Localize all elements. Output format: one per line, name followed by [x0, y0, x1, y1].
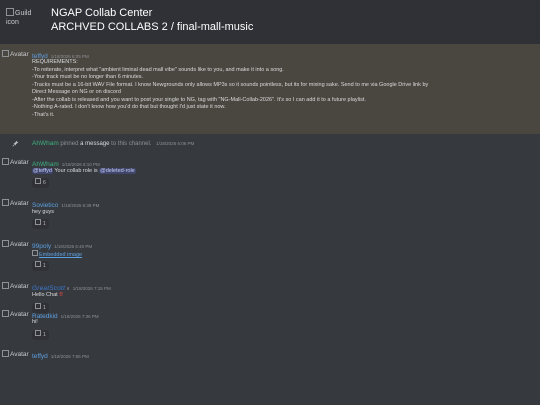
- message-content: Embedded image: [32, 250, 82, 260]
- requirement-line: -That's it.: [32, 111, 55, 118]
- emoji-icon: [35, 261, 41, 267]
- avatar[interactable]: Avatar: [2, 158, 29, 167]
- broken-image-icon: [32, 250, 38, 256]
- message-text: Hello Chat: [32, 292, 58, 298]
- message-timestamp: 1/18/2026 6:06 PM: [156, 141, 195, 146]
- avatar[interactable]: Avatar: [2, 199, 29, 208]
- channel-path: ARCHVED COLLABS 2 / final-mall-music: [51, 21, 254, 33]
- reaction-count: 1: [43, 263, 46, 269]
- broken-image-icon: [2, 158, 9, 165]
- avatar-alt: Avatar: [10, 51, 29, 58]
- message-content: REQUIREMENTS: -To reiterate, interpret w…: [32, 59, 428, 119]
- broken-image-icon: [2, 310, 9, 317]
- guild-icon[interactable]: Guild icon: [6, 8, 42, 36]
- message-timestamp: 1/18/2026 7:36 PM: [60, 314, 99, 319]
- message-timestamp: 1/18/2026 6:38 PM: [61, 203, 100, 208]
- pinned-message-link[interactable]: a message: [80, 141, 109, 147]
- emoji-icon: [35, 178, 41, 184]
- message-author[interactable]: 99poly: [32, 243, 51, 250]
- broken-image-icon: [2, 282, 9, 289]
- avatar[interactable]: Avatar: [2, 310, 29, 319]
- reaction-count: 1: [43, 221, 46, 227]
- reaction-count: 1: [43, 332, 46, 338]
- message-timestamp: 1/18/2026 6:40 PM: [54, 244, 93, 249]
- reaction-count: 6: [43, 180, 46, 186]
- system-verb: pinned: [60, 141, 79, 147]
- avatar[interactable]: Avatar: [2, 240, 29, 249]
- avatar-alt: Avatar: [10, 241, 29, 248]
- requirement-line: -Nothing A-rated. I don't know how you'd…: [32, 104, 226, 110]
- avatar-alt: Avatar: [10, 200, 29, 207]
- pin-icon: [12, 140, 19, 147]
- broken-image-icon: [6, 8, 14, 16]
- chevron-down-icon: ∨: [66, 286, 70, 292]
- requirement-line: -Your track must be no longer than 6 min…: [32, 74, 144, 80]
- message-content: Hello Chat !!: [32, 292, 63, 300]
- message-author[interactable]: Sovietico: [32, 202, 58, 209]
- avatar[interactable]: Avatar: [2, 350, 29, 359]
- message-timestamp: 1/18/2026 7:56 PM: [50, 354, 89, 359]
- role-mention[interactable]: @deleted-role: [99, 168, 136, 174]
- requirements-heading: REQUIREMENTS:: [32, 59, 78, 65]
- message-text: Your collab role is: [52, 168, 100, 174]
- user-mention[interactable]: @teffyd: [32, 168, 53, 174]
- message-timestamp: 1/18/2026 6:10 PM: [61, 162, 100, 167]
- requirement-line: -Tracks must be a 16-bit WAV File format…: [32, 81, 429, 88]
- emoji-icon: [35, 219, 41, 225]
- requirement-line: -After the collab is released and you wa…: [32, 96, 366, 103]
- system-pin-message: AhWham pinned a message to this channel.…: [0, 139, 540, 149]
- emoji-icon: [35, 330, 41, 336]
- message-author[interactable]: AhWham: [32, 161, 59, 168]
- system-actor[interactable]: AhWham: [32, 140, 59, 147]
- message-text: hey guys: [32, 209, 55, 215]
- avatar-alt: Avatar: [10, 159, 29, 166]
- avatar-alt: Avatar: [10, 283, 29, 290]
- requirement-line: Direct Message on NG or on discord: [32, 89, 121, 95]
- guild-title: NGAP Collab Center: [51, 7, 153, 19]
- avatar[interactable]: Avatar: [2, 50, 29, 59]
- reaction-pill[interactable]: 6: [32, 178, 49, 188]
- avatar-alt: Avatar: [10, 311, 29, 318]
- requirement-line: -To reiterate, interpret what "ambient l…: [32, 66, 284, 73]
- avatar[interactable]: Avatar: [2, 282, 29, 291]
- broken-image-icon: [2, 240, 9, 247]
- reaction-pill[interactable]: 1: [32, 330, 49, 340]
- embedded-image-alt: Embedded image: [39, 252, 83, 258]
- avatar-alt: Avatar: [10, 351, 29, 358]
- broken-image-icon: [2, 350, 9, 357]
- double-exclamation-emoji: !!: [59, 292, 63, 298]
- system-suffix: to this channel.: [111, 141, 152, 147]
- message-text: hi!: [32, 319, 38, 325]
- broken-image-icon: [2, 50, 9, 57]
- broken-image-icon: [2, 199, 9, 206]
- embedded-image-link[interactable]: Embedded image: [32, 250, 83, 258]
- message-author[interactable]: teffyd: [32, 353, 48, 360]
- reaction-pill[interactable]: 1: [32, 261, 49, 271]
- message-timestamp: 1/18/2026 7:15 PM: [72, 286, 111, 291]
- message-content: @teffyd Your collab role is @deleted-rol…: [32, 168, 136, 176]
- channel-header: Guild icon NGAP Collab Center ARCHVED CO…: [0, 0, 540, 44]
- reaction-pill[interactable]: 1: [32, 219, 49, 229]
